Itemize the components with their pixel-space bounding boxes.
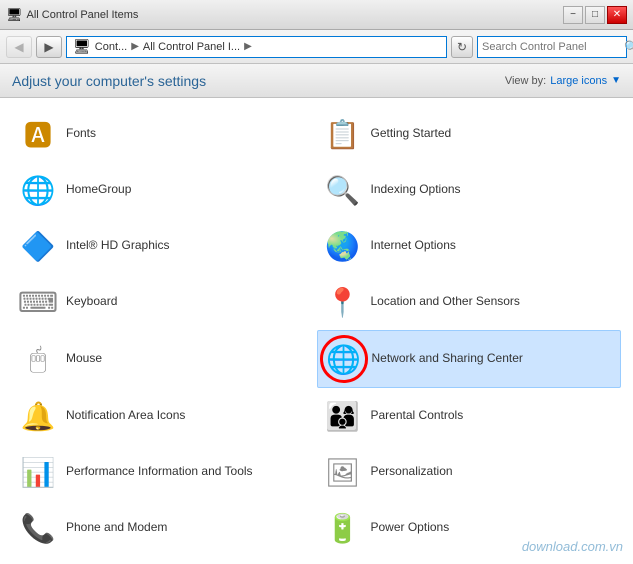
control-item-location-other-sensors[interactable]: 📍 Location and Other Sensors [317,274,622,330]
item-icon-homegroup: 🌐 [18,170,58,210]
control-item-personalization[interactable]: 🖼 Personalization [317,444,622,500]
item-icon-notification-area-icons: 🔔 [18,396,58,436]
refresh-button[interactable]: ↻ [451,36,473,58]
maximize-button[interactable]: □ [585,6,605,24]
control-item-recovery[interactable]: 💾 Recovery [317,556,622,564]
view-by-value[interactable]: Large icons [550,75,607,87]
control-item-indexing-options[interactable]: 🔍 Indexing Options [317,162,622,218]
title-bar-left: 🖥 All Control Panel Items [6,7,138,23]
minimize-button[interactable]: − [563,6,583,24]
control-item-power-options[interactable]: 🔋 Power Options [317,500,622,556]
item-label-power-options: Power Options [371,520,450,536]
item-icon-indexing-options: 🔍 [323,170,363,210]
control-item-performance-info[interactable]: 📊 Performance Information and Tools [12,444,317,500]
back-button[interactable]: ◀ [6,36,32,58]
address-bar: ◀ ▶ 🖥 Cont... ▶ All Control Panel I... ▶… [0,30,633,64]
forward-button[interactable]: ▶ [36,36,62,58]
breadcrumb-arrow1: ▶ [131,41,139,52]
item-label-mouse: Mouse [66,351,102,367]
control-item-fonts[interactable]: 🅰 Fonts [12,106,317,162]
search-icon[interactable]: 🔍 [624,40,633,54]
toolbar: Adjust your computer's settings View by:… [0,64,633,98]
item-icon-performance-info: 📊 [18,452,58,492]
control-item-phone-modem[interactable]: 📞 Phone and Modem [12,500,317,556]
item-label-getting-started: Getting Started [371,126,452,142]
control-item-notification-area-icons[interactable]: 🔔 Notification Area Icons [12,388,317,444]
toolbar-title: Adjust your computer's settings [12,73,206,89]
control-item-keyboard[interactable]: ⌨ Keyboard [12,274,317,330]
control-item-intel-hd-graphics[interactable]: 🔷 Intel® HD Graphics [12,218,317,274]
breadcrumb-part1: Cont... [95,41,127,53]
title-bar: 🖥 All Control Panel Items − □ ✕ [0,0,633,30]
item-label-parental-controls: Parental Controls [371,408,464,424]
item-label-notification-area-icons: Notification Area Icons [66,408,185,424]
view-by-arrow[interactable]: ▼ [611,75,621,86]
control-item-programs-features[interactable]: 📦 Programs and Features [12,556,317,564]
control-item-parental-controls[interactable]: 👨‍👩‍👦 Parental Controls [317,388,622,444]
item-label-performance-info: Performance Information and Tools [66,464,253,480]
control-item-homegroup[interactable]: 🌐 HomeGroup [12,162,317,218]
item-icon-location-other-sensors: 📍 [323,282,363,322]
item-icon-network-sharing-center: 🌐 [324,339,364,379]
item-label-homegroup: HomeGroup [66,182,131,198]
item-label-personalization: Personalization [371,464,453,480]
item-label-indexing-options: Indexing Options [371,182,461,198]
item-icon-getting-started: 📋 [323,114,363,154]
breadcrumb-part2: All Control Panel I... [143,41,240,53]
search-box[interactable]: 🔍 [477,36,627,58]
item-label-phone-modem: Phone and Modem [66,520,167,536]
network-wrapper: 🌐 [324,339,364,379]
view-by-control: View by: Large icons ▼ [505,75,621,87]
control-item-mouse[interactable]: 🖱 Mouse [12,330,317,388]
items-grid: 🅰 Fonts 📋 Getting Started 🌐 HomeGroup 🔍 … [12,106,621,564]
control-item-network-sharing-center[interactable]: 🌐 Network and Sharing Center [317,330,622,388]
breadcrumb-box[interactable]: 🖥 Cont... ▶ All Control Panel I... ▶ [66,36,447,58]
control-item-internet-options[interactable]: 🌏 Internet Options [317,218,622,274]
item-icon-power-options: 🔋 [323,508,363,548]
item-label-keyboard: Keyboard [66,294,117,310]
item-icon-keyboard: ⌨ [18,282,58,322]
content-wrapper: Adjust your computer's settings View by:… [0,64,633,564]
item-icon-phone-modem: 📞 [18,508,58,548]
items-area: 🅰 Fonts 📋 Getting Started 🌐 HomeGroup 🔍 … [0,98,633,564]
item-icon-intel-hd-graphics: 🔷 [18,226,58,266]
item-icon-internet-options: 🌏 [323,226,363,266]
title-bar-title: All Control Panel Items [27,9,139,21]
title-bar-controls: − □ ✕ [563,6,627,24]
view-by-label: View by: [505,75,546,87]
breadcrumb-arrow2: ▶ [244,41,252,52]
item-icon-fonts: 🅰 [18,114,58,154]
item-icon-parental-controls: 👨‍👩‍👦 [323,396,363,436]
item-icon-personalization: 🖼 [323,452,363,492]
search-input[interactable] [482,41,624,53]
control-item-getting-started[interactable]: 📋 Getting Started [317,106,622,162]
item-icon-mouse: 🖱 [18,339,58,379]
item-label-intel-hd-graphics: Intel® HD Graphics [66,238,170,254]
item-label-location-other-sensors: Location and Other Sensors [371,294,520,310]
item-label-internet-options: Internet Options [371,238,456,254]
close-button[interactable]: ✕ [607,6,627,24]
item-label-fonts: Fonts [66,126,96,142]
item-label-network-sharing-center: Network and Sharing Center [372,351,523,367]
